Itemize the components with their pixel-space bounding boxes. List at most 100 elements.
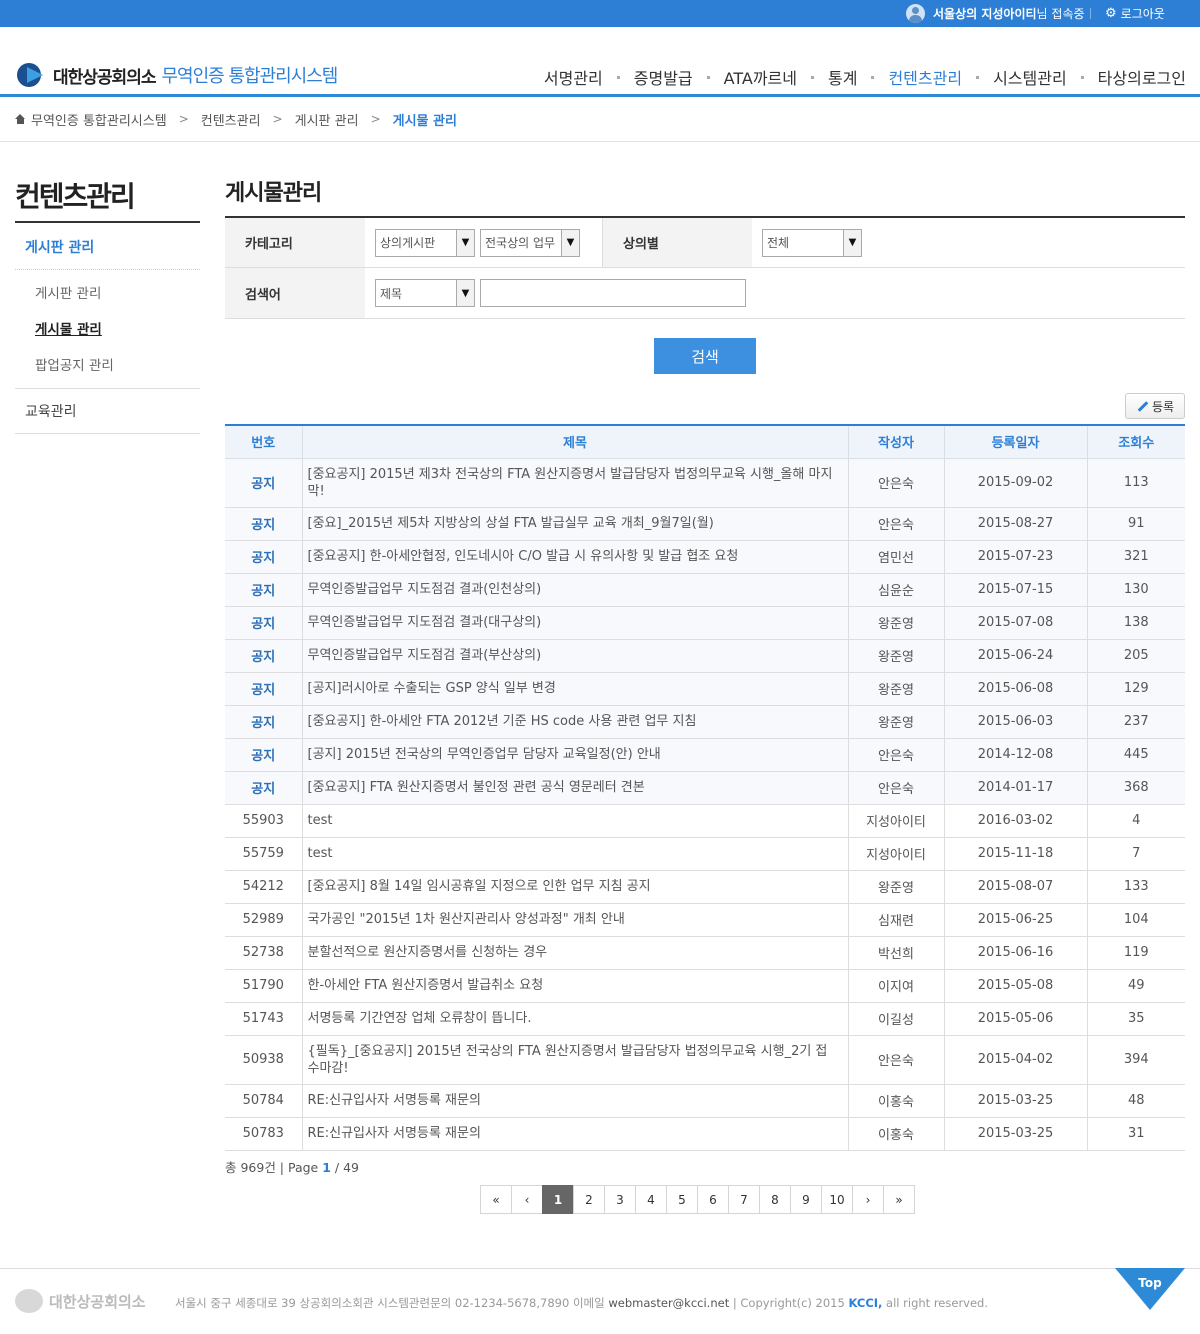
page-9-button[interactable]: 9 <box>790 1185 822 1214</box>
table-row[interactable]: 공지 [중요공지] 2015년 제3차 전국상의 FTA 원산지증명서 발급담당자… <box>225 458 1185 508</box>
page-4-button[interactable]: 4 <box>635 1185 667 1214</box>
category-cell: 상의게시판 ▼ 전국상의 업무 ▼ <box>365 218 602 267</box>
keyword-field-select[interactable]: 제목 ▼ <box>375 279 475 307</box>
row-views: 129 <box>1086 672 1185 706</box>
logout-button[interactable]: ⚙ 로그아웃 <box>1105 5 1165 22</box>
table-row[interactable]: 54212 [중요공지] 8월 14일 임시공휴일 지정으로 인한 업무 지침 공… <box>225 870 1185 904</box>
sidebar-item-board-management[interactable]: 게시판 관리 <box>15 223 200 270</box>
row-title-link[interactable]: 무역인증발급업무 지도점검 결과(부산상의) <box>301 639 848 673</box>
row-title-link[interactable]: test <box>301 804 848 838</box>
home-icon[interactable] <box>15 114 26 124</box>
nav-contents[interactable]: 컨텐츠관리 <box>888 65 962 89</box>
row-title-link[interactable]: RE:신규입사자 서명등록 재문의 <box>301 1084 848 1118</box>
last-page-button[interactable]: » <box>883 1185 915 1214</box>
nav-certificate[interactable]: 증명발급 <box>634 65 693 89</box>
row-title-link[interactable]: [중요공지] 2015년 제3차 전국상의 FTA 원산지증명서 발급담당자 법… <box>301 458 848 508</box>
top-utility-bar: 서울상의 지성아이티님 접속중 ⚙ 로그아웃 <box>0 0 1200 27</box>
table-row[interactable]: 55903 test 지성아이티 2016-03-02 4 <box>225 804 1185 838</box>
table-row[interactable]: 공지 무역인증발급업무 지도점검 결과(인천상의) 심윤순 2015-07-15 130 <box>225 573 1185 607</box>
table-row[interactable]: 52738 분할선적으로 원산지증명서를 신청하는 경우 박선희 2015-06-16… <box>225 936 1185 970</box>
row-author: 안은숙 <box>847 507 944 541</box>
prev-page-button[interactable]: ‹ <box>511 1185 543 1214</box>
row-title-link[interactable]: [중요]_2015년 제5차 지방상의 상설 FTA 발급실무 교육 개최_9월… <box>301 507 848 541</box>
table-row[interactable]: 51743 서명등록 기간연장 업체 오류창이 뜹니다. 이길성 2015-05-06… <box>225 1002 1185 1036</box>
page-3-button[interactable]: 3 <box>604 1185 636 1214</box>
row-title-link[interactable]: [중요공지] FTA 원산지증명서 불인정 관련 공식 영문레터 견본 <box>301 771 848 805</box>
table-row[interactable]: 공지 [공지]러시아로 수출되는 GSP 양식 일부 변경 왕준영 2015-06-0… <box>225 672 1185 706</box>
next-page-button[interactable]: › <box>852 1185 884 1214</box>
table-row[interactable]: 55759 test 지성아이티 2015-11-18 7 <box>225 837 1185 871</box>
row-author: 이지여 <box>847 969 944 1003</box>
row-title-link[interactable]: [중요공지] 8월 14일 임시공휴일 지정으로 인한 업무 지침 공지 <box>301 870 848 904</box>
row-title-link[interactable]: 서명등록 기간연장 업체 오류창이 뜹니다. <box>301 1002 848 1036</box>
nav-other-chamber-login[interactable]: 타상의로그인 <box>1098 65 1186 89</box>
row-title-link[interactable]: {필독}_[중요공지] 2015년 전국상의 FTA 원산지증명서 발급담당자 … <box>301 1035 848 1085</box>
sidebar-item-popup-admin[interactable]: 팝업공지 관리 <box>15 346 200 382</box>
table-row[interactable]: 50938 {필독}_[중요공지] 2015년 전국상의 FTA 원산지증명서 발… <box>225 1035 1185 1085</box>
nav-signature[interactable]: 서명관리 <box>544 65 603 89</box>
breadcrumb-home[interactable]: 무역인증 통합관리시스템 <box>31 110 167 129</box>
table-row[interactable]: 공지 [중요공지] 한-아세안 FTA 2012년 기준 HS code 사용 관… <box>225 705 1185 739</box>
sidebar-item-education[interactable]: 교육관리 <box>15 389 200 434</box>
page-5-button[interactable]: 5 <box>666 1185 698 1214</box>
row-title-link[interactable]: 무역인증발급업무 지도점검 결과(인천상의) <box>301 573 848 607</box>
sidebar-item-post-admin[interactable]: 게시물 관리 <box>15 310 200 346</box>
row-number: 공지 <box>225 573 302 607</box>
breadcrumb-board[interactable]: 게시판 관리 <box>295 110 359 129</box>
table-row[interactable]: 공지 [공지] 2015년 전국상의 무역인증업무 담당자 교육일정(안) 안내 안… <box>225 738 1185 772</box>
footer-email-link[interactable]: webmaster@kcci.net <box>608 1296 729 1310</box>
main-content: 게시물관리 카테고리 상의게시판 ▼ 전국상의 업무 ▼ 상의별 전체 ▼ 검색… <box>225 175 1185 1176</box>
row-date: 2015-04-02 <box>943 1035 1087 1085</box>
first-page-button[interactable]: « <box>480 1185 512 1214</box>
nav-ata-carnet[interactable]: ATA까르네 <box>724 65 797 89</box>
row-views: 237 <box>1086 705 1185 739</box>
category-select-secondary[interactable]: 전국상의 업무 ▼ <box>480 228 580 257</box>
register-button[interactable]: 등록 <box>1125 393 1185 419</box>
row-date: 2015-06-08 <box>943 672 1087 706</box>
breadcrumb-contents[interactable]: 컨텐츠관리 <box>201 110 261 129</box>
row-title-link[interactable]: [공지] 2015년 전국상의 무역인증업무 담당자 교육일정(안) 안내 <box>301 738 848 772</box>
row-title-link[interactable]: 분할선적으로 원산지증명서를 신청하는 경우 <box>301 936 848 970</box>
table-row[interactable]: 공지 [중요]_2015년 제5차 지방상의 상설 FTA 발급실무 교육 개최_… <box>225 507 1185 541</box>
row-views: 138 <box>1086 606 1185 640</box>
row-views: 113 <box>1086 458 1185 508</box>
page-1-button[interactable]: 1 <box>542 1185 574 1214</box>
category-label: 카테고리 <box>225 218 365 267</box>
category-select-primary[interactable]: 상의게시판 ▼ <box>375 228 475 257</box>
page-2-button[interactable]: 2 <box>573 1185 605 1214</box>
table-row[interactable]: 50784 RE:신규입사자 서명등록 재문의 이홍숙 2015-03-25 48 <box>225 1084 1185 1118</box>
page-6-button[interactable]: 6 <box>697 1185 729 1214</box>
row-title-link[interactable]: 무역인증발급업무 지도점검 결과(대구상의) <box>301 606 848 640</box>
row-title-link[interactable]: [중요공지] 한-아세안협정, 인도네시아 C/O 발급 시 유의사항 및 발급… <box>301 540 848 574</box>
sidebar-item-board-admin[interactable]: 게시판 관리 <box>15 274 200 310</box>
nav-system[interactable]: 시스템관리 <box>993 65 1067 89</box>
chamber-select[interactable]: 전체 ▼ <box>762 228 862 257</box>
nav-statistics[interactable]: 통계 <box>828 65 857 89</box>
row-number: 공지 <box>225 606 302 640</box>
table-row[interactable]: 공지 [중요공지] 한-아세안협정, 인도네시아 C/O 발급 시 유의사항 및 … <box>225 540 1185 574</box>
post-table: 번호 제목 작성자 등록일자 조회수 공지 [중요공지] 2015년 제3차 전국… <box>225 424 1185 1151</box>
row-date: 2015-08-27 <box>943 507 1087 541</box>
table-row[interactable]: 공지 [중요공지] FTA 원산지증명서 불인정 관련 공식 영문레터 견본 안은숙… <box>225 771 1185 805</box>
search-row-keyword: 검색어 제목 ▼ <box>225 268 1185 318</box>
row-title-link[interactable]: 국가공인 "2015년 1차 원산지관리사 양성과정" 개최 안내 <box>301 903 848 937</box>
table-row[interactable]: 52989 국가공인 "2015년 1차 원산지관리사 양성과정" 개최 안내 심재… <box>225 903 1185 937</box>
nav-separator <box>706 75 710 79</box>
row-title-link[interactable]: test <box>301 837 848 871</box>
row-title-link[interactable]: [중요공지] 한-아세안 FTA 2012년 기준 HS code 사용 관련 … <box>301 705 848 739</box>
site-logo[interactable]: 대한상공회의소 무역인증 통합관리시스템 <box>15 61 338 89</box>
page-10-button[interactable]: 10 <box>821 1185 853 1214</box>
row-title-link[interactable]: [공지]러시아로 수출되는 GSP 양식 일부 변경 <box>301 672 848 706</box>
row-views: 368 <box>1086 771 1185 805</box>
keyword-input[interactable] <box>480 279 746 307</box>
page-8-button[interactable]: 8 <box>759 1185 791 1214</box>
search-button[interactable]: 검색 <box>654 338 756 374</box>
row-title-link[interactable]: 한-아세안 FTA 원산지증명서 발급취소 요청 <box>301 969 848 1003</box>
table-row[interactable]: 공지 무역인증발급업무 지도점검 결과(대구상의) 왕준영 2015-07-08 138 <box>225 606 1185 640</box>
row-author: 심재련 <box>847 903 944 937</box>
table-row[interactable]: 공지 무역인증발급업무 지도점검 결과(부산상의) 왕준영 2015-06-24 205 <box>225 639 1185 673</box>
table-row[interactable]: 51790 한-아세안 FTA 원산지증명서 발급취소 요청 이지여 2015-05-… <box>225 969 1185 1003</box>
page-7-button[interactable]: 7 <box>728 1185 760 1214</box>
row-title-link[interactable]: RE:신규입사자 서명등록 재문의 <box>301 1117 848 1151</box>
table-row[interactable]: 50783 RE:신규입사자 서명등록 재문의 이홍숙 2015-03-25 31 <box>225 1117 1185 1151</box>
